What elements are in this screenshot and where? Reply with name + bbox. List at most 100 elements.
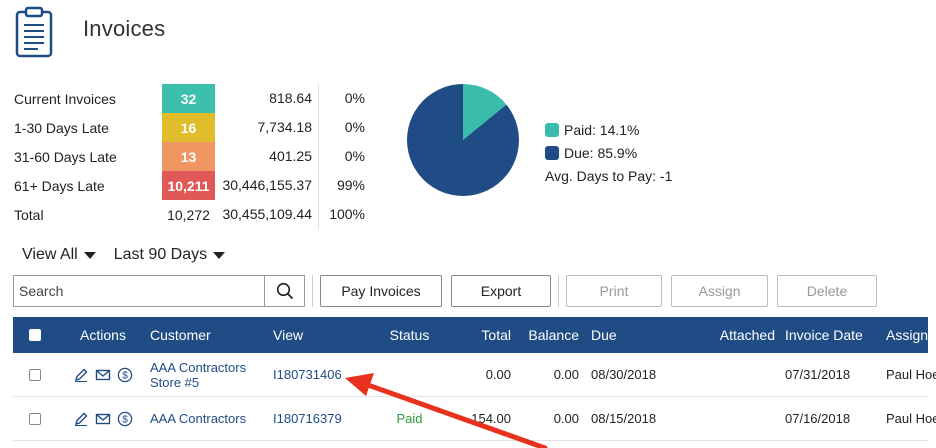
filter-bar: View All Last 90 Days — [22, 246, 243, 264]
summary-row-1-30[interactable]: 1-30 Days Late 16 7,734.18 0% — [14, 113, 366, 142]
summary-count-badge: 16 — [162, 113, 215, 142]
table-row[interactable]: $ AAA Contractors Store #5 I180731406 0.… — [13, 353, 936, 397]
col-status[interactable]: Status — [368, 327, 451, 343]
svg-text:$: $ — [122, 370, 128, 381]
view-filter-dropdown[interactable]: View All — [22, 246, 96, 264]
legend-swatch-due — [545, 145, 559, 160]
col-due[interactable]: Due — [579, 327, 669, 343]
balance-cell: 0.00 — [553, 367, 579, 382]
row-checkbox[interactable] — [28, 368, 41, 381]
search-box — [13, 275, 305, 307]
select-all-checkbox[interactable] — [28, 329, 41, 341]
summary-count: 10,272 — [167, 206, 210, 223]
customer-link[interactable]: AAA Contractors — [150, 411, 273, 426]
col-invoice-date[interactable]: Invoice Date — [785, 327, 886, 343]
summary-label: Total — [14, 206, 44, 223]
avg-days-label: Avg. Days to Pay: -1 — [545, 167, 673, 184]
summary-count-badge: 13 — [162, 142, 215, 171]
legend-paid-label: Paid: 14.1% — [564, 121, 640, 138]
legend-due: Due: 85.9% — [545, 141, 672, 164]
summary-label: 31-60 Days Late — [14, 148, 117, 165]
summary-row-total: Total 10,272 30,455,109.44 100% — [14, 200, 366, 229]
summary-row-61-plus[interactable]: 61+ Days Late 10,211 30,446,155.37 99% — [14, 171, 366, 200]
edit-pencil-icon[interactable] — [73, 367, 89, 383]
col-total[interactable]: Total — [451, 327, 511, 343]
payment-dollar-icon[interactable]: $ — [117, 411, 133, 427]
search-input[interactable] — [14, 276, 264, 306]
delete-button[interactable]: Delete — [777, 275, 877, 307]
aging-summary: Current Invoices 32 818.64 0% 1-30 Days … — [14, 84, 366, 229]
summary-percent: 0% — [344, 90, 365, 106]
row-select-cell — [13, 412, 56, 425]
due-cell: 08/15/2018 — [591, 411, 657, 426]
search-icon — [276, 282, 293, 300]
email-icon[interactable] — [95, 411, 111, 427]
caret-down-icon — [83, 251, 96, 259]
view-filter-label: View All — [22, 246, 78, 263]
legend-paid: Paid: 14.1% — [545, 118, 672, 141]
date-range-dropdown[interactable]: Last 90 Days — [113, 246, 226, 264]
legend-swatch-paid — [545, 122, 559, 137]
customer-link[interactable]: AAA Contractors Store #5 — [150, 360, 273, 390]
summary-amount: 401.25 — [215, 142, 319, 171]
invoices-grid: Actions Customer View Status Total Balan… — [13, 317, 936, 441]
summary-percent: 100% — [329, 206, 365, 222]
edit-pencil-icon[interactable] — [73, 411, 89, 427]
summary-label: 1-30 Days Late — [14, 119, 109, 136]
summary-amount: 818.64 — [215, 84, 319, 113]
col-attached[interactable]: Attached — [669, 327, 785, 343]
row-actions: $ — [56, 411, 150, 427]
select-all-cell — [13, 329, 56, 341]
toolbar: Pay Invoices Export Print Assign Delete — [13, 275, 886, 307]
assign-button[interactable]: Assign — [671, 275, 768, 307]
payment-dollar-icon[interactable]: $ — [117, 367, 133, 383]
clipboard-icon — [15, 6, 53, 58]
toolbar-divider — [558, 275, 559, 307]
invoice-link[interactable]: I180716379 — [273, 411, 368, 426]
print-button[interactable]: Print — [566, 275, 662, 307]
due-cell: 08/30/2018 — [591, 367, 657, 382]
caret-down-icon — [213, 251, 226, 259]
summary-amount: 30,446,155.37 — [215, 171, 319, 200]
pay-invoices-button[interactable]: Pay Invoices — [320, 275, 442, 307]
col-balance[interactable]: Balance — [511, 327, 579, 343]
page-header: Invoices — [14, 6, 165, 58]
row-select-cell — [13, 368, 56, 381]
row-actions: $ — [56, 367, 150, 383]
summary-label: Current Invoices — [14, 90, 116, 107]
summary-percent: 99% — [336, 177, 365, 193]
legend-due-label: Due: 85.9% — [564, 144, 638, 161]
export-button[interactable]: Export — [451, 275, 551, 307]
col-actions: Actions — [80, 327, 126, 343]
avg-days-to-pay: Avg. Days to Pay: -1 — [545, 164, 672, 187]
pie-svg — [407, 84, 519, 196]
invoice-link[interactable]: I180731406 — [273, 367, 368, 382]
summary-row-current[interactable]: Current Invoices 32 818.64 0% — [14, 84, 366, 113]
table-row[interactable]: $ AAA Contractors I180716379 Paid 154.00… — [13, 397, 936, 441]
summary-amount: 7,734.18 — [215, 113, 319, 142]
assigned-cell: Paul Hoeper — [886, 367, 936, 382]
col-assigned[interactable]: Assigned — [886, 327, 936, 343]
payment-pie-chart — [405, 82, 521, 203]
col-view[interactable]: View — [273, 327, 368, 343]
summary-count-badge: 10,211 — [162, 171, 215, 200]
summary-label: 61+ Days Late — [14, 177, 105, 194]
status-cell: Paid — [396, 411, 423, 426]
invoice-date-cell: 07/16/2018 — [785, 411, 851, 426]
summary-count-badge: 32 — [162, 84, 215, 113]
summary-row-31-60[interactable]: 31-60 Days Late 13 401.25 0% — [14, 142, 366, 171]
grid-header: Actions Customer View Status Total Balan… — [13, 317, 936, 353]
col-customer[interactable]: Customer — [150, 327, 273, 343]
date-range-label: Last 90 Days — [113, 246, 208, 263]
total-cell: 0.00 — [485, 367, 511, 382]
page-title: Invoices — [83, 16, 166, 41]
row-checkbox[interactable] — [28, 412, 41, 425]
invoice-date-cell: 07/31/2018 — [785, 367, 851, 382]
total-cell: 154.00 — [471, 411, 511, 426]
summary-amount: 30,455,109.44 — [215, 200, 319, 229]
toolbar-divider — [312, 275, 313, 307]
svg-text:$: $ — [122, 414, 128, 425]
email-icon[interactable] — [95, 367, 111, 383]
assigned-cell: Paul Hoeper — [886, 411, 936, 426]
search-button[interactable] — [264, 276, 304, 306]
